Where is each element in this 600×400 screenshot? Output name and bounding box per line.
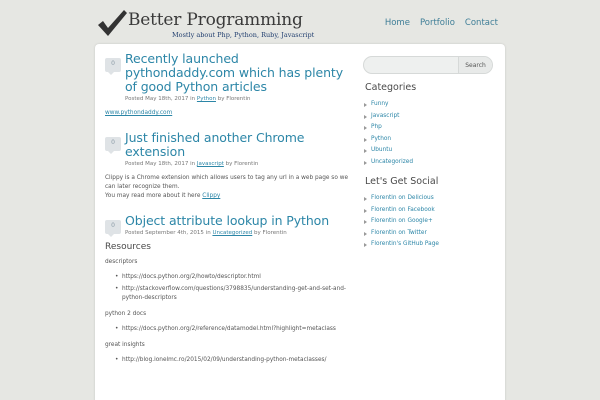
main-content: 0 Recently launched pythondaddy.com whic… [105, 52, 350, 378]
search-button[interactable]: Search [458, 57, 492, 73]
social-link[interactable]: Florentin on Twitter [371, 230, 427, 236]
nav-portfolio-link[interactable]: Portfolio [420, 18, 455, 28]
social-item[interactable]: Florentin's GitHub Page [363, 239, 493, 251]
categories-title: Categories [365, 82, 417, 93]
resource-list: https://docs.python.org/2/howto/descript… [115, 273, 350, 303]
comment-count-icon[interactable]: 0 [105, 220, 121, 237]
post-category-link[interactable]: Python [197, 96, 216, 102]
social-item[interactable]: Florentin on Delicious [363, 193, 493, 205]
post-header: 0 Recently launched pythondaddy.com whic… [105, 52, 350, 102]
social-item[interactable]: Florentin on Facebook [363, 205, 493, 217]
post-body-link[interactable]: www.pythondaddy.com [105, 110, 172, 116]
post-title-link[interactable]: Recently launched pythondaddy.com which … [125, 52, 350, 94]
arrow-right-icon [364, 137, 367, 142]
site-header: Better Programming Mostly about Php, Pyt… [0, 0, 600, 44]
main-nav: Home Portfolio Contact [385, 18, 498, 28]
arrow-right-icon [364, 197, 367, 201]
resources-heading: Resources [105, 242, 151, 252]
category-item[interactable]: Php [363, 122, 493, 134]
arrow-right-icon [364, 231, 367, 236]
post-meta: Posted September 4th, 2015 in Uncategori… [125, 230, 350, 236]
post-category-link[interactable]: Uncategorized [212, 230, 252, 236]
post-date: Posted September 4th, 2015 in [125, 230, 211, 236]
category-item[interactable]: Funny [363, 99, 493, 111]
post-author: by Florentin [225, 161, 259, 167]
category-item[interactable]: Javascript [363, 111, 493, 123]
post-body-text: You may read more about it here Clippy [105, 192, 350, 201]
search-input[interactable] [370, 59, 458, 71]
category-item[interactable]: Ubuntu [363, 145, 493, 157]
post-author: by Florentin [254, 230, 287, 236]
category-link[interactable]: Uncategorized [371, 159, 413, 165]
checkmark-logo-icon[interactable] [96, 8, 128, 38]
resource-link[interactable]: https://docs.python.org/2/howto/descript… [115, 273, 350, 282]
social-link[interactable]: Florentin on Google+ [371, 218, 433, 224]
resource-group-label: python 2 docs [105, 311, 147, 317]
category-link[interactable]: Php [371, 124, 382, 130]
social-item[interactable]: Florentin on Twitter [363, 228, 493, 240]
post-date: Posted May 18th, 2017 in [125, 161, 196, 167]
category-link[interactable]: Funny [371, 101, 388, 107]
content-card: 0 Recently launched pythondaddy.com whic… [95, 44, 505, 400]
sidebar: Search Categories Funny Javascript Php P… [363, 56, 493, 251]
category-item[interactable]: Python [363, 134, 493, 146]
post-body: www.pythondaddy.com [105, 109, 350, 118]
post-body-text: Clippy is a Chrome extension which allow… [105, 175, 349, 190]
arrow-right-icon [364, 160, 367, 165]
post-body: Clippy is a Chrome extension which allow… [105, 174, 350, 201]
arrow-right-icon [364, 149, 367, 153]
search-box: Search [363, 56, 493, 74]
post-header: 0 Just finished another Chrome extension… [105, 131, 350, 167]
nav-contact-link[interactable]: Contact [465, 18, 498, 28]
site-title[interactable]: Better Programming [128, 10, 303, 30]
nav-home-link[interactable]: Home [385, 18, 410, 28]
arrow-right-icon [364, 243, 367, 247]
resource-group-label: great insights [105, 342, 145, 348]
social-link[interactable]: Florentin on Facebook [371, 207, 435, 213]
arrow-right-icon [364, 103, 367, 107]
post: 0 Object attribute lookup in Python Post… [105, 214, 350, 365]
post-author: by Florentin [217, 96, 251, 102]
category-item[interactable]: Uncategorized [363, 157, 493, 169]
social-item[interactable]: Florentin on Google+ [363, 216, 493, 228]
arrow-right-icon [364, 220, 367, 224]
resource-list: https://docs.python.org/2/reference/data… [115, 325, 350, 334]
post: 0 Just finished another Chrome extension… [105, 131, 350, 201]
post-meta: Posted May 18th, 2017 in Javascript by F… [125, 161, 350, 167]
social-title: Let's Get Social [365, 176, 439, 187]
post-header: 0 Object attribute lookup in Python Post… [105, 214, 350, 237]
resource-link[interactable]: https://docs.python.org/2/reference/data… [115, 325, 350, 334]
post-title-link[interactable]: Just finished another Chrome extension [125, 131, 350, 159]
social-link[interactable]: Florentin's GitHub Page [371, 241, 439, 247]
category-link[interactable]: Python [371, 136, 391, 142]
social-link[interactable]: Florentin on Delicious [371, 195, 434, 201]
resource-group-label: descriptors [105, 259, 138, 265]
comment-count-icon[interactable]: 0 [105, 137, 121, 154]
categories-list: Funny Javascript Php Python Ubuntu Uncat… [363, 99, 493, 168]
post-body-link[interactable]: Clippy [202, 193, 220, 199]
arrow-right-icon [364, 114, 367, 119]
post-title-link[interactable]: Object attribute lookup in Python [125, 214, 350, 228]
comment-count-icon[interactable]: 0 [105, 58, 121, 75]
category-link[interactable]: Javascript [371, 113, 399, 119]
resource-list: http://blog.ionelmc.ro/2015/02/09/unders… [115, 356, 350, 365]
site-tagline: Mostly about Php, Python, Ruby, Javascri… [172, 31, 315, 39]
post-body-prefix: You may read more about it here [105, 193, 201, 199]
post-body: Resources descriptors https://docs.pytho… [105, 242, 350, 366]
post-date: Posted May 18th, 2017 in [125, 96, 196, 102]
category-link[interactable]: Ubuntu [371, 147, 392, 153]
arrow-right-icon [364, 126, 367, 130]
post-category-link[interactable]: Javascript [197, 161, 224, 167]
arrow-right-icon [364, 208, 367, 213]
post: 0 Recently launched pythondaddy.com whic… [105, 52, 350, 118]
resource-link[interactable]: http://blog.ionelmc.ro/2015/02/09/unders… [115, 356, 350, 365]
post-meta: Posted May 18th, 2017 in Python by Flore… [125, 96, 350, 102]
social-list: Florentin on Delicious Florentin on Face… [363, 193, 493, 251]
resource-link[interactable]: http://stackoverflow.com/questions/37988… [115, 285, 350, 303]
